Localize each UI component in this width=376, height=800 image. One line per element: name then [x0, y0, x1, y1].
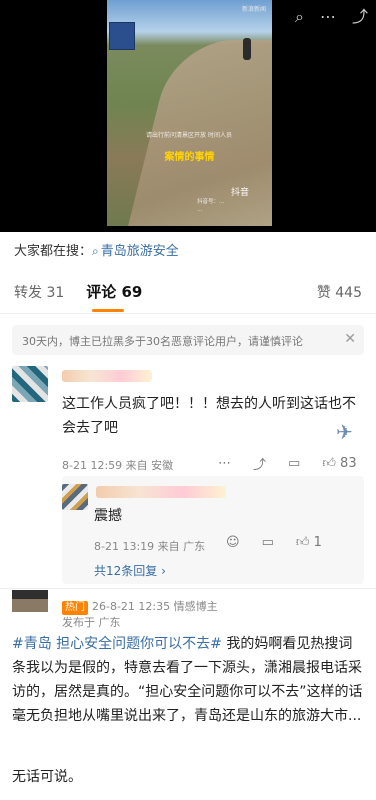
- like-count: 1: [313, 535, 322, 550]
- like-button[interactable]: 👍︎ 1: [296, 535, 322, 550]
- comment-text: 这工作人员疯了吧！！！想去的人听到这话也不会去了吧: [62, 396, 356, 436]
- reply-text: 震撼: [94, 508, 122, 524]
- tab-comments[interactable]: 评论 69: [86, 281, 142, 312]
- reply-icon[interactable]: ▭: [288, 456, 300, 471]
- video-subtitle: 案情的事情: [164, 152, 215, 163]
- tab-repost[interactable]: 转发 31: [14, 282, 64, 302]
- post-body: #青岛 担心安全问题你可以不去# 我的妈啊看见热搜词条我以为是假的，特意去看了一…: [12, 632, 364, 728]
- search-icon: ⌕: [92, 244, 99, 258]
- post-time: 26-8-21 12:35 情感博主: [92, 600, 218, 613]
- hashtag-link[interactable]: #青岛 担心安全问题你可以不去#: [12, 636, 222, 652]
- search-prefix: 大家都在搜：: [14, 244, 93, 259]
- avatar[interactable]: [62, 484, 88, 510]
- emoji-icon[interactable]: ☺: [226, 535, 240, 550]
- video-person: [243, 38, 251, 60]
- close-icon[interactable]: ✕: [344, 331, 356, 347]
- douyin-id-sub: …: [197, 207, 203, 213]
- hot-badge: 热门: [62, 601, 88, 615]
- comment-meta: 8-21 12:59 来自 安徽: [62, 459, 174, 472]
- more-icon[interactable]: ⋯: [218, 456, 231, 471]
- video-watermark: 请出行前问清景区开放 时间人员: [146, 132, 232, 139]
- comment-actions: ⋯ ⤴ ▭ 👍︎ 83: [218, 454, 357, 473]
- divider: [0, 588, 376, 589]
- search-icon[interactable]: ⌕: [295, 8, 304, 26]
- video-top-watermark: 新浪新闻: [241, 6, 266, 13]
- like-count: 83: [340, 456, 357, 471]
- comment-notice: 30天内，博主已拉黑多于30名恶意评论用户，请谨慎评论 ✕: [12, 325, 364, 355]
- search-query-link[interactable]: 青岛旅游安全: [101, 244, 179, 259]
- notice-text: 30天内，博主已拉黑多于30名恶意评论用户，请谨慎评论: [22, 335, 303, 348]
- post-tabs: 转发 31 评论 69 赞 445: [0, 270, 376, 314]
- douyin-id: 抖音号：… …: [197, 198, 271, 214]
- more-replies-link[interactable]: 共12条回复 ›: [94, 562, 166, 579]
- video-area: 新浪新闻 请出行前问清景区开放 时间人员 案情的事情 抖音 抖音号：… … ⌕ …: [0, 0, 376, 232]
- like-icon: 👍︎: [295, 535, 310, 550]
- avatar[interactable]: [12, 366, 48, 402]
- reply-actions: ☺ ▭ 👍︎ 1: [226, 535, 322, 550]
- reply-icon[interactable]: ▭: [262, 535, 274, 550]
- username-blurred[interactable]: [96, 486, 226, 498]
- douyin-logo: 抖音: [231, 188, 250, 198]
- video-player[interactable]: 新浪新闻 请出行前问清景区开放 时间人员 案情的事情 抖音 抖音号：… …: [107, 0, 272, 226]
- like-icon: 👍︎: [322, 456, 336, 471]
- username-blurred[interactable]: [62, 370, 152, 382]
- like-button[interactable]: 👍︎ 83: [322, 456, 356, 471]
- share-icon[interactable]: ⤴: [352, 8, 368, 26]
- tab-likes[interactable]: 赞 445: [317, 282, 362, 302]
- top-icons: ⌕ ⋯ ⤴: [295, 8, 368, 26]
- avatar[interactable]: [12, 590, 48, 612]
- douyin-id-text: 抖音号：…: [197, 199, 225, 205]
- post-end-text: 无话可说。: [12, 769, 82, 785]
- post-meta: 热门 26-8-21 12:35 情感博主: [62, 598, 218, 615]
- search-suggestion-bar[interactable]: 大家都在搜：⌕ 青岛旅游安全: [0, 232, 376, 264]
- more-icon[interactable]: ⋯: [320, 8, 336, 26]
- post-location: 发布于 广东: [62, 616, 121, 629]
- video-building: [109, 22, 135, 50]
- share-icon[interactable]: ⤴: [253, 454, 266, 473]
- reply-meta: 8-21 13:19 来自 广东: [94, 540, 206, 553]
- bird-sticker-icon: ✈: [336, 420, 353, 444]
